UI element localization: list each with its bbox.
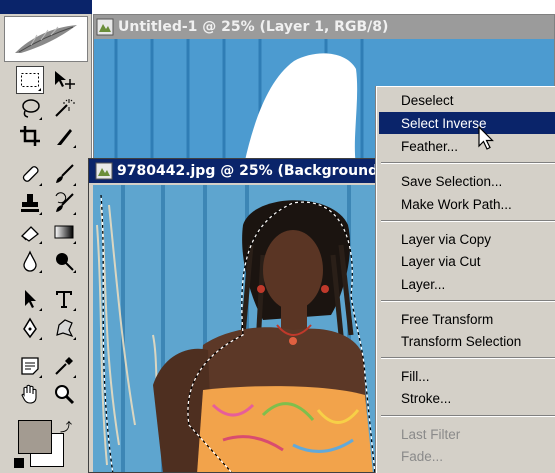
healing-brush-tool[interactable] bbox=[16, 160, 44, 188]
menu-separator bbox=[381, 162, 555, 164]
eyedropper-tool[interactable] bbox=[50, 352, 78, 380]
type-icon bbox=[56, 291, 72, 308]
dodge-icon bbox=[56, 253, 74, 271]
brush-tool[interactable] bbox=[50, 160, 78, 188]
notes-icon bbox=[21, 357, 39, 375]
zoom-icon bbox=[55, 385, 75, 405]
lasso-icon bbox=[22, 99, 40, 118]
history-brush-tool[interactable] bbox=[50, 189, 78, 217]
menu-item-make-work-path[interactable]: Make Work Path... bbox=[379, 193, 555, 215]
blur-tool[interactable] bbox=[16, 247, 44, 275]
selection-context-menu: Deselect Select Inverse Feather... Save … bbox=[376, 86, 555, 473]
eyedropper-icon bbox=[55, 357, 73, 375]
menu-item-select-inverse[interactable]: Select Inverse bbox=[379, 112, 555, 134]
magic-wand-tool[interactable] bbox=[50, 94, 78, 122]
menu-separator bbox=[381, 357, 555, 359]
menu-item-deselect[interactable]: Deselect bbox=[379, 89, 555, 111]
lasso-tool[interactable] bbox=[16, 94, 44, 122]
foreground-color-swatch[interactable] bbox=[18, 420, 52, 454]
mouse-cursor-icon bbox=[478, 126, 494, 150]
menu-item-layer-via-copy[interactable]: Layer via Copy bbox=[379, 228, 555, 250]
photoshop-document-icon bbox=[96, 18, 114, 36]
custom-shape-tool[interactable] bbox=[50, 314, 78, 342]
document-titlebar[interactable]: Untitled-1 @ 25% (Layer 1, RGB/8) bbox=[94, 15, 554, 39]
gradient-icon bbox=[54, 225, 74, 239]
dodge-tool[interactable] bbox=[50, 247, 78, 275]
history-brush-icon bbox=[55, 192, 74, 212]
custom-shape-icon bbox=[56, 319, 74, 338]
magic-wand-icon bbox=[55, 99, 75, 117]
path-select-tool[interactable] bbox=[16, 285, 44, 313]
crop-icon bbox=[20, 126, 40, 146]
clone-stamp-icon bbox=[21, 194, 39, 212]
menu-item-free-transform[interactable]: Free Transform bbox=[379, 308, 555, 330]
toolbox-titlebar[interactable] bbox=[0, 0, 92, 14]
type-tool[interactable] bbox=[50, 285, 78, 313]
feather-logo[interactable] bbox=[4, 16, 88, 62]
document-title: Untitled-1 @ 25% (Layer 1, RGB/8) bbox=[118, 19, 389, 35]
menu-separator bbox=[381, 220, 555, 222]
toolbox-panel: ⤴ bbox=[0, 0, 92, 473]
menu-item-stroke[interactable]: Stroke... bbox=[379, 387, 555, 409]
path-select-icon bbox=[25, 290, 36, 308]
hand-tool[interactable] bbox=[16, 380, 44, 408]
brush-icon bbox=[56, 164, 74, 183]
hand-icon bbox=[21, 384, 37, 404]
move-tool[interactable] bbox=[50, 66, 78, 94]
clone-stamp-tool[interactable] bbox=[16, 189, 44, 217]
menu-item-fade: Fade... bbox=[401, 448, 444, 464]
healing-brush-icon bbox=[22, 166, 39, 182]
pen-tool[interactable] bbox=[16, 314, 44, 342]
menu-separator bbox=[381, 415, 555, 417]
swap-colors-icon[interactable]: ⤴ bbox=[60, 418, 72, 435]
eraser-tool[interactable] bbox=[16, 218, 44, 246]
menu-item-layer[interactable]: Layer... bbox=[379, 273, 555, 295]
gradient-tool[interactable] bbox=[50, 218, 78, 246]
notes-tool[interactable] bbox=[16, 352, 44, 380]
rect-marquee-icon bbox=[21, 73, 39, 87]
zoom-tool[interactable] bbox=[50, 380, 78, 408]
default-colors-icon[interactable] bbox=[14, 458, 24, 468]
menu-item-fill[interactable]: Fill... bbox=[379, 365, 555, 387]
menu-item-feather[interactable]: Feather... bbox=[379, 135, 555, 157]
slice-icon bbox=[57, 129, 72, 145]
blur-icon bbox=[23, 250, 37, 272]
pen-icon bbox=[23, 317, 37, 339]
rect-marquee-tool[interactable] bbox=[16, 66, 44, 94]
photoshop-document-icon bbox=[95, 162, 113, 180]
menu-item-last-filter: Last Filter bbox=[401, 426, 461, 442]
crop-tool[interactable] bbox=[16, 122, 44, 150]
move-icon bbox=[55, 71, 75, 89]
slice-tool[interactable] bbox=[50, 122, 78, 150]
menu-item-save-selection[interactable]: Save Selection... bbox=[379, 170, 555, 192]
menu-item-layer-via-cut[interactable]: Layer via Cut bbox=[379, 250, 555, 272]
eraser-icon bbox=[20, 226, 39, 242]
menu-separator bbox=[381, 300, 555, 302]
menu-item-transform-selection[interactable]: Transform Selection bbox=[379, 330, 555, 352]
